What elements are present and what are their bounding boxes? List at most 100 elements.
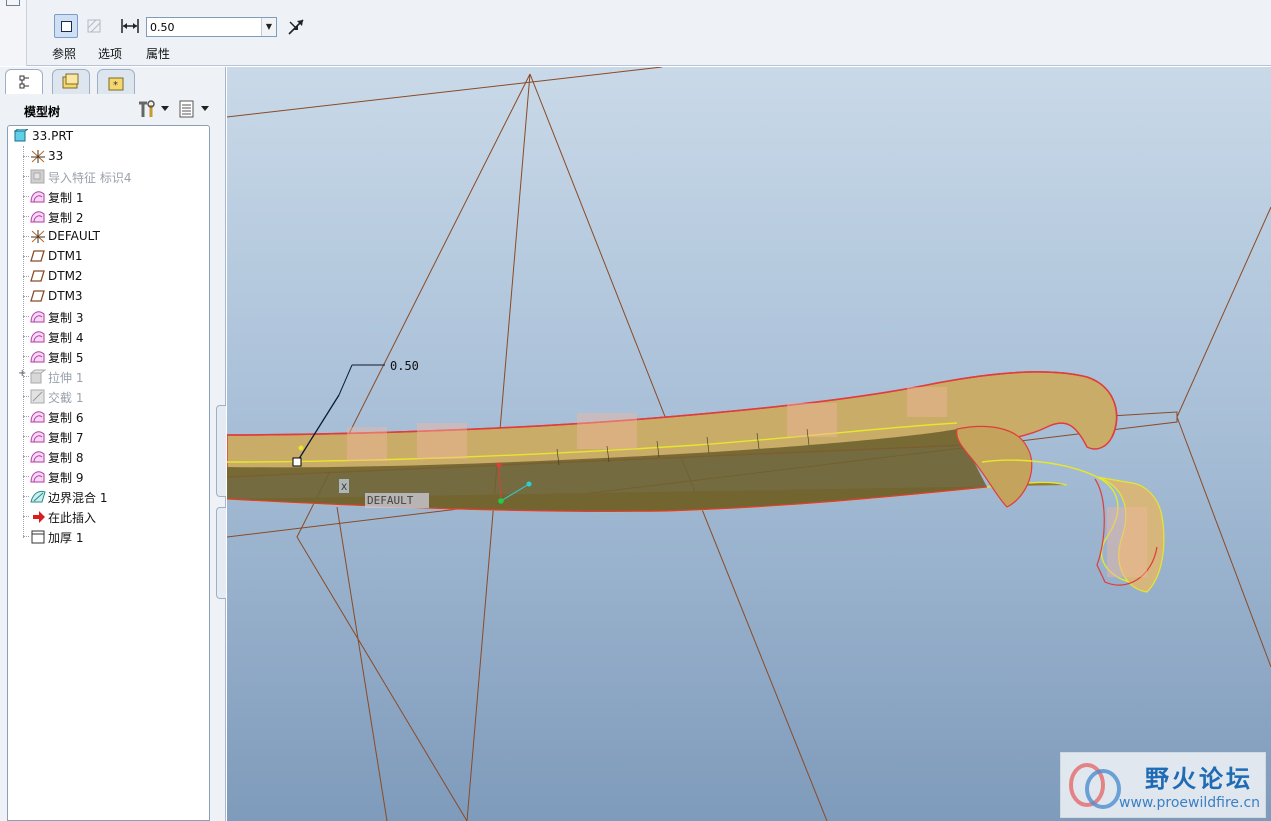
tree-connector: [23, 156, 29, 157]
tree-item[interactable]: 复制 4: [8, 326, 208, 346]
tree-show-button[interactable]: [177, 99, 211, 119]
tree-item[interactable]: 交截 1: [8, 386, 208, 406]
tree-item-label: 33: [48, 149, 64, 163]
datum-plane-icon: [30, 249, 46, 264]
graphics-window[interactable]: 0.50 X DEFAULT: [227, 67, 1271, 821]
tree-connector: [23, 176, 29, 177]
thickness-combobox[interactable]: ▼: [146, 17, 277, 37]
tree-item[interactable]: 导入特征 标识4: [8, 166, 208, 186]
tree-connector: [23, 236, 29, 237]
tree-item[interactable]: 33: [8, 146, 208, 166]
tree-item[interactable]: 复制 2: [8, 206, 208, 226]
tree-settings-button[interactable]: [137, 99, 171, 119]
tree-item[interactable]: 复制 7: [8, 426, 208, 446]
panel-sash-handle[interactable]: [216, 507, 226, 599]
copy-surface-icon: [30, 189, 46, 204]
tree-item-label: 复制 5: [48, 351, 84, 365]
tree-item-label: DTM3: [48, 289, 83, 303]
tree-item[interactable]: 复制 6: [8, 406, 208, 426]
tree-item[interactable]: 边界混合 1: [8, 486, 208, 506]
tree-item-label: 在此插入: [48, 511, 97, 525]
tree-item[interactable]: 复制 9: [8, 466, 208, 486]
tree-item[interactable]: 复制 5: [8, 346, 208, 366]
drag-handle[interactable]: [292, 457, 302, 467]
tree-item-label: 边界混合 1: [48, 491, 108, 505]
tree-item[interactable]: 拉伸 1 +: [8, 366, 208, 386]
tree-item[interactable]: 复制 8: [8, 446, 208, 466]
tree-item[interactable]: DEFAULT: [8, 226, 208, 246]
anchor-point: [298, 445, 304, 451]
tree-connector: [23, 476, 29, 477]
tree-item-label: 复制 4: [48, 331, 84, 345]
tab-references[interactable]: 参照: [52, 45, 76, 62]
flip-direction-icon: [288, 19, 304, 35]
tab-favorites[interactable]: *: [97, 69, 135, 94]
tree-connector: [23, 276, 29, 277]
chevron-down-icon: [201, 106, 209, 111]
tree-item-label: 33.PRT: [32, 129, 74, 143]
dashboard-left-strip: [0, 0, 27, 66]
datum-plane-icon: [30, 269, 46, 284]
solid-thicken-button[interactable]: [54, 14, 78, 38]
remove-material-button[interactable]: [82, 14, 106, 38]
copy-surface-icon: [30, 209, 46, 224]
thickness-input[interactable]: [147, 18, 261, 36]
intersect-icon: [30, 389, 46, 404]
tree-item-label: 复制 6: [48, 411, 84, 425]
csys-icon: [30, 149, 46, 164]
tree-connector: [23, 336, 29, 337]
tree-item[interactable]: DTM3: [8, 286, 208, 306]
tree-item-label: 导入特征 标识4: [48, 171, 132, 185]
tree-item[interactable]: DTM1: [8, 246, 208, 266]
tree-item-label: 复制 7: [48, 431, 84, 445]
model-viewport[interactable]: 0.50 X DEFAULT: [227, 67, 1271, 821]
copy-surface-icon: [30, 409, 46, 424]
model-tree-title: 模型树: [24, 105, 61, 119]
watermark-url: www.proewildfire.cn: [1119, 795, 1261, 811]
watermark-title: 野火论坛: [1145, 765, 1253, 793]
tree-item-label: 交截 1: [48, 391, 84, 405]
tree-item-label: 拉伸 1: [48, 371, 84, 385]
copy-surface-icon: [30, 449, 46, 464]
tree-connector: [23, 316, 29, 317]
copy-surface-icon: [30, 349, 46, 364]
solid-square-icon: [61, 21, 72, 32]
navigator-panel: * 模型树 33.PRT 33 导入特征 标识4 复制 1 复制 2 DEFAU…: [0, 67, 226, 821]
copy-surface-icon: [30, 469, 46, 484]
tree-item[interactable]: 在此插入: [8, 506, 208, 526]
tree-item-label: DEFAULT: [48, 229, 100, 243]
tree-root-part[interactable]: 33.PRT: [8, 126, 208, 146]
tree-connector: [23, 216, 29, 217]
tab-options[interactable]: 选项: [98, 45, 122, 62]
folder-icon: [62, 73, 79, 89]
part-icon: [13, 128, 30, 144]
csys-icon: [30, 229, 46, 244]
tree-item-label: 加厚 1: [48, 531, 84, 545]
tree-item[interactable]: 加厚 1: [8, 526, 208, 546]
model-tree-header: 模型树: [0, 95, 216, 123]
tree-item[interactable]: DTM2: [8, 266, 208, 286]
svg-text:*: *: [113, 80, 118, 91]
tree-item-label: DTM2: [48, 269, 83, 283]
tree-item[interactable]: 复制 3: [8, 306, 208, 326]
tree-connector: [23, 256, 29, 257]
model-tree: 33.PRT 33 导入特征 标识4 复制 1 复制 2 DEFAULT DTM1 DTM2 D…: [7, 125, 210, 821]
tab-properties[interactable]: 属性: [146, 45, 170, 62]
tab-folder-browser[interactable]: [52, 69, 90, 94]
dimension-value-label[interactable]: 0.50: [390, 359, 419, 373]
tab-model-tree[interactable]: [5, 69, 43, 94]
copy-surface-icon: [30, 429, 46, 444]
copy-surface-icon: [30, 329, 46, 344]
expand-icon[interactable]: +: [18, 368, 26, 379]
copy-surface-icon: [30, 309, 46, 324]
tree-connector: [23, 516, 29, 517]
tree-connector: [23, 296, 29, 297]
chevron-down-icon[interactable]: ▼: [261, 18, 276, 36]
tree-item-label: 复制 2: [48, 211, 84, 225]
tree-item[interactable]: 复制 1: [8, 186, 208, 206]
flip-direction-button[interactable]: [284, 15, 308, 39]
panel-sash-handle[interactable]: [216, 405, 226, 497]
thicken-icon: [30, 529, 46, 544]
csys-label: DEFAULT: [367, 494, 414, 507]
boundary-blend-icon: [30, 489, 46, 504]
